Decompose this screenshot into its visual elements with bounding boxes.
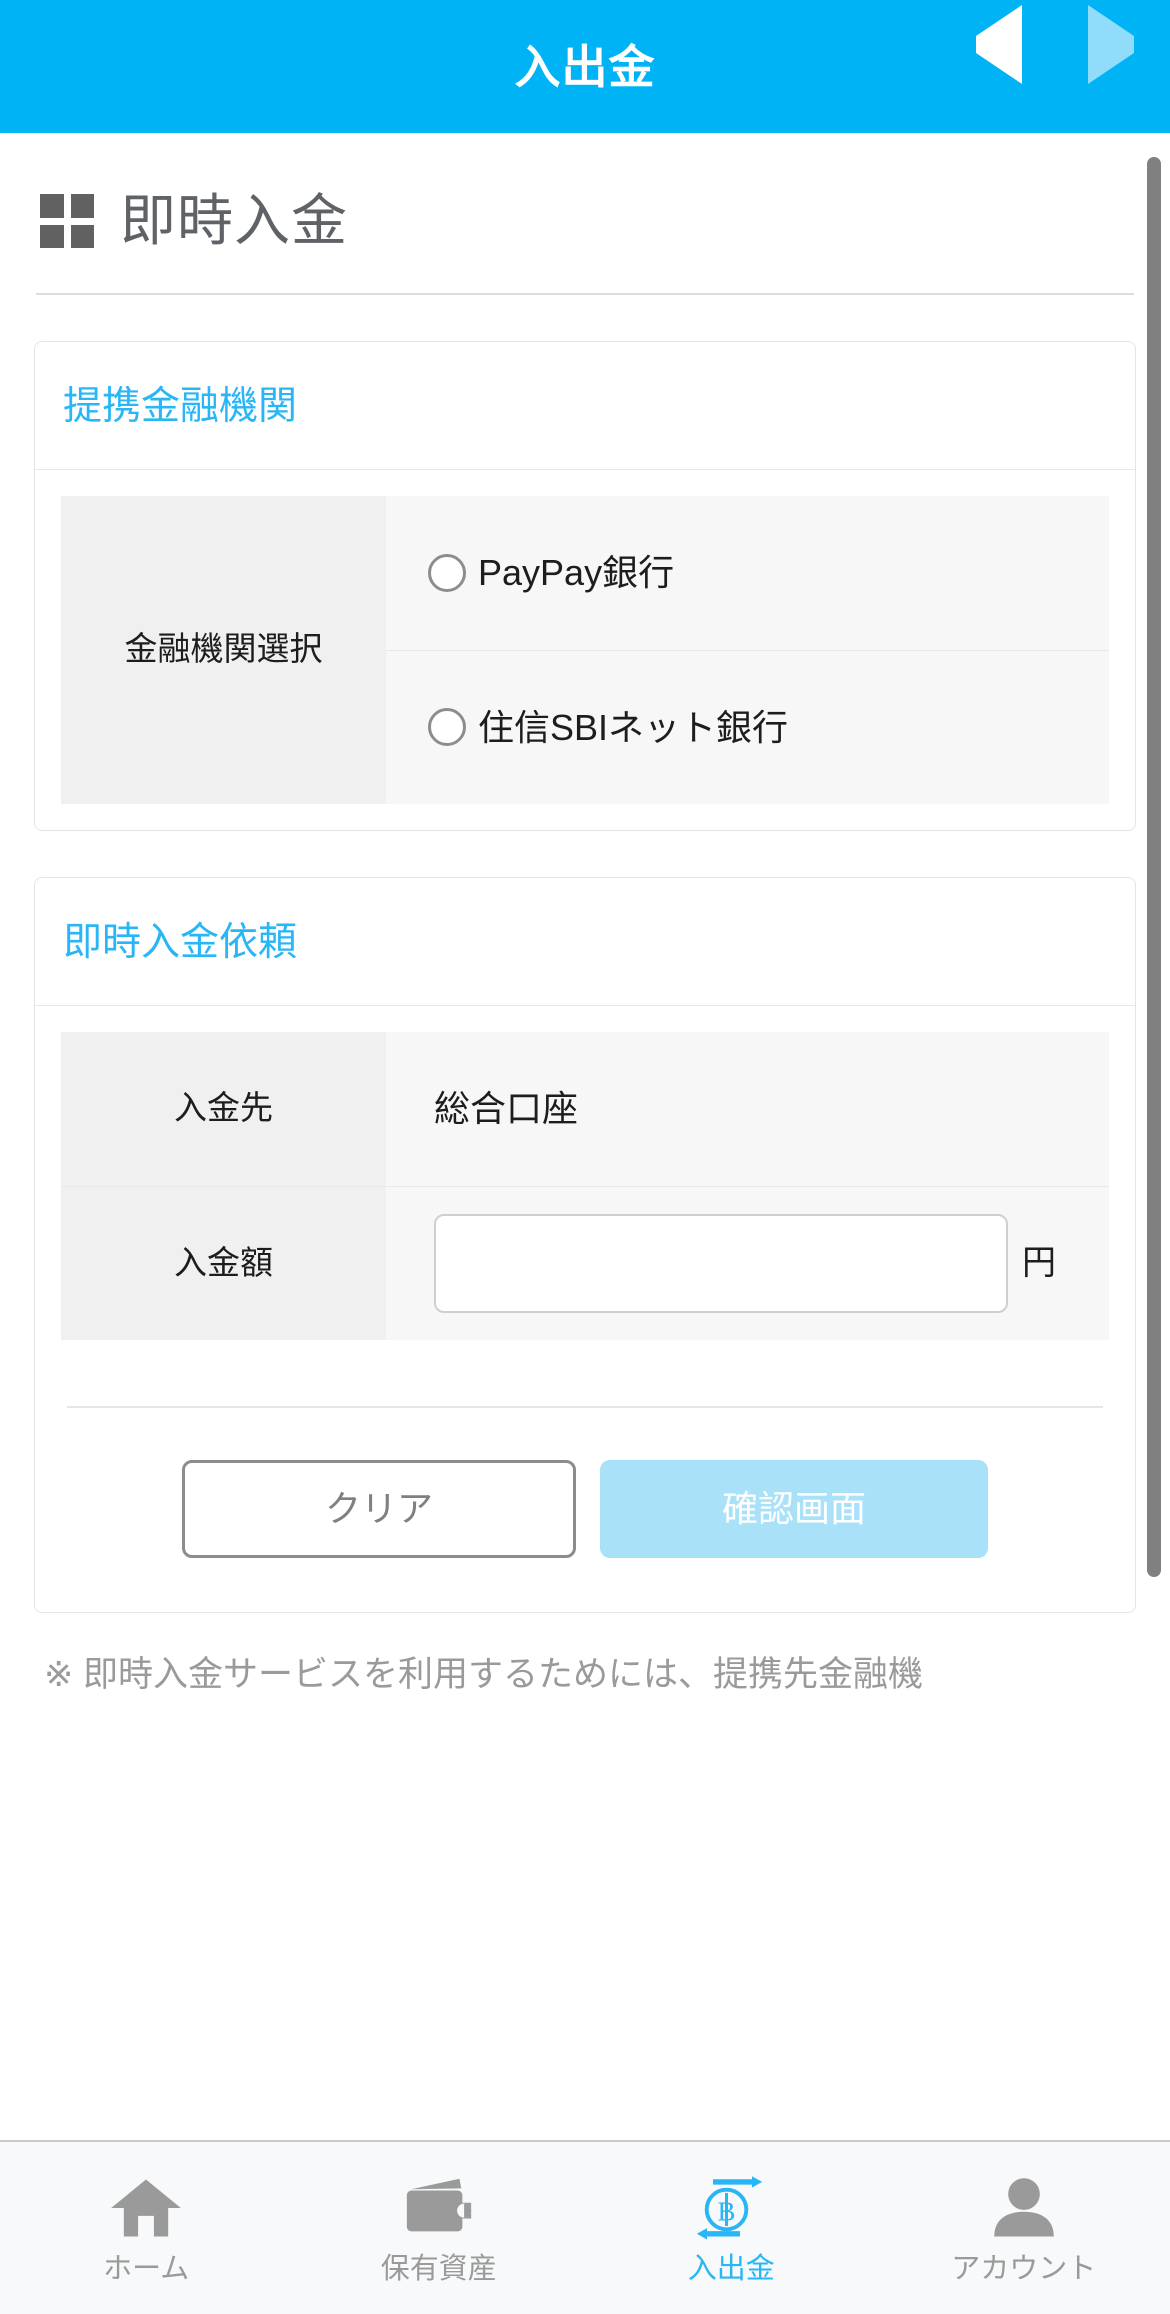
deposit-request-card-title: 即時入金依頼 — [63, 920, 298, 964]
partner-bank-card-header: 提携金融機関 — [35, 342, 1135, 470]
deposit-destination-value: 総合口座 — [434, 1087, 579, 1129]
page-header-title: 入出金 — [514, 40, 656, 93]
wallet-icon — [401, 2170, 477, 2246]
deposit-amount-row: 入金額 円 — [61, 1185, 1109, 1340]
deposit-amount-label: 入金額 — [174, 1243, 273, 1281]
home-icon — [108, 2170, 184, 2246]
confirm-button[interactable]: 確認画面 — [600, 1459, 988, 1558]
bank-select-table: 金融機関選択 PayPay銀行 住信SBIネット銀行 — [61, 495, 1109, 804]
bottom-tab-bar: ホーム 保有資産 B — [0, 2140, 1170, 2314]
page-title-row: 即時入金 — [34, 133, 1136, 279]
triangle-right-icon[interactable] — [1088, 4, 1142, 98]
deposit-request-card: 即時入金依頼 入金先 総合口座 入金額 円 クリア 確認画面 — [34, 876, 1136, 1613]
deposit-request-card-body: 入金先 総合口座 入金額 円 クリア 確認画面 — [35, 1006, 1135, 1612]
radio-option-label: 住信SBIネット銀行 — [478, 706, 789, 748]
scrollbar-thumb[interactable] — [1147, 157, 1161, 1577]
tab-home[interactable]: ホーム — [0, 2142, 293, 2314]
header-nav-controls — [976, 0, 1142, 133]
radio-circle-icon[interactable] — [428, 708, 466, 747]
person-icon — [986, 2170, 1062, 2246]
deposit-destination-row: 入金先 総合口座 — [61, 1031, 1109, 1186]
radio-option-paypay[interactable]: PayPay銀行 — [386, 495, 1109, 650]
deposit-request-card-header: 即時入金依頼 — [35, 878, 1135, 1006]
tab-home-label: ホーム — [103, 2253, 190, 2286]
deposit-amount-input[interactable] — [434, 1213, 1008, 1313]
tab-holdings[interactable]: 保有資産 — [293, 2142, 586, 2314]
tab-deposit-withdraw-label: 入出金 — [687, 2253, 775, 2286]
triangle-left-icon[interactable] — [976, 4, 1030, 98]
page-title: 即時入金 — [120, 189, 348, 252]
tab-account[interactable]: アカウント — [878, 2142, 1170, 2314]
title-divider — [36, 292, 1134, 295]
radio-circle-icon[interactable] — [428, 553, 466, 592]
deposit-destination-value-cell: 総合口座 — [386, 1031, 1109, 1186]
deposit-destination-label: 入金先 — [174, 1089, 273, 1127]
radio-option-sbi[interactable]: 住信SBIネット銀行 — [386, 649, 1109, 804]
grid-2x2-icon — [40, 194, 94, 249]
clear-button[interactable]: クリア — [182, 1459, 576, 1558]
radio-option-label: PayPay銀行 — [478, 552, 675, 594]
main-scroll-area: 即時入金 提携金融機関 金融機関選択 PayPay銀行 住信SBIネット銀行 即… — [0, 133, 1170, 2140]
currency-unit-label: 円 — [1022, 1243, 1056, 1282]
footnote-text: ※ 即時入金サービスを利用するためには、提携先金融機 — [44, 1654, 924, 1694]
partner-bank-card-body: 金融機関選択 PayPay銀行 住信SBIネット銀行 — [35, 470, 1135, 830]
top-header-bar: 入出金 — [0, 0, 1170, 133]
bank-option-list: PayPay銀行 住信SBIネット銀行 — [386, 495, 1109, 804]
deposit-amount-label-cell: 入金額 — [61, 1185, 386, 1340]
deposit-destination-label-cell: 入金先 — [61, 1031, 386, 1186]
bitcoin-transfer-icon: B — [692, 2170, 770, 2246]
app-root: 入出金 即時入金 提携金融機関 金融機関選択 PayPay銀行 住信SBIネット… — [0, 0, 1170, 2314]
deposit-amount-value-cell: 円 — [386, 1185, 1109, 1340]
tab-deposit-withdraw[interactable]: B 入出金 — [585, 2142, 878, 2314]
tab-holdings-label: 保有資産 — [380, 2253, 497, 2286]
bank-select-label: 金融機関選択 — [124, 630, 323, 668]
tab-account-label: アカウント — [951, 2253, 1097, 2286]
partner-bank-card: 提携金融機関 金融機関選択 PayPay銀行 住信SBIネット銀行 — [34, 340, 1136, 831]
bank-select-label-cell: 金融機関選択 — [61, 495, 386, 804]
action-button-row: クリア 確認画面 — [61, 1408, 1109, 1586]
partner-bank-card-title: 提携金融機関 — [63, 384, 298, 428]
